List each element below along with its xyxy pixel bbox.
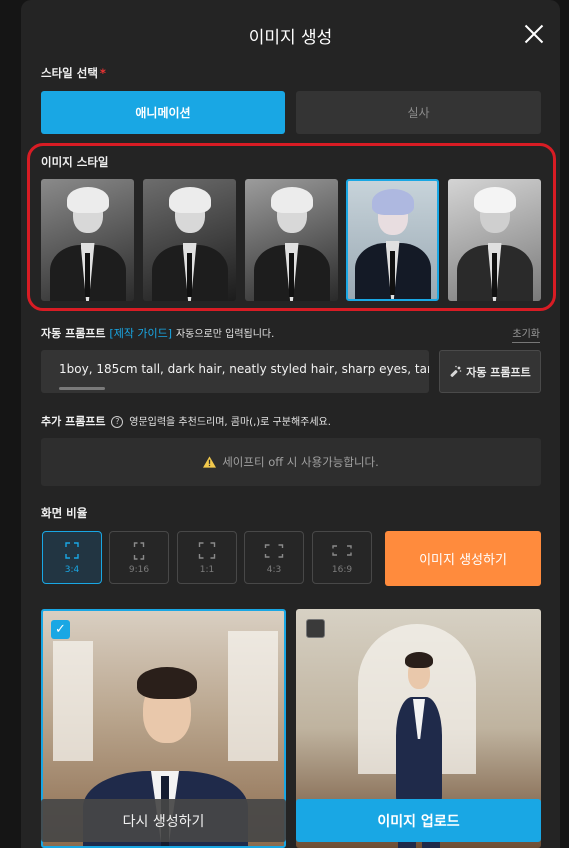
required-mark: * xyxy=(99,66,106,80)
ratio-label: 1:1 xyxy=(199,565,215,575)
ratio-option-3-4[interactable]: 3:4 xyxy=(42,531,102,584)
ratio-option-4-3[interactable]: 4:3 xyxy=(244,531,304,584)
ratio-9-16-icon xyxy=(133,542,145,560)
horizontal-scrollbar[interactable] xyxy=(59,387,105,390)
thumb-figure-hair xyxy=(270,187,313,213)
background-window xyxy=(228,631,278,761)
ratio-4-3-icon xyxy=(264,544,284,558)
upload-image-button[interactable]: 이미지 업로드 xyxy=(296,799,541,842)
dialog-title: 이미지 생성 xyxy=(248,28,333,48)
auto-prompt-field[interactable]: 1boy, 185cm tall, dark hair, neatly styl… xyxy=(41,350,429,393)
thumb-figure-hair xyxy=(371,189,414,215)
image-generation-dialog: 이미지 생성 스타일 선택 * 애니메이션 실사 이미지 스타일 자동 프롬프트 … xyxy=(21,0,560,848)
safety-off-message: 세이프티 off 시 사용가능합니다. xyxy=(222,455,379,469)
ratio-option-9-16[interactable]: 9:16 xyxy=(109,531,169,584)
magic-wand-icon xyxy=(450,365,462,377)
thumb-figure-tie xyxy=(492,253,497,297)
ratio-label: 9:16 xyxy=(128,565,150,575)
thumb-figure-hair xyxy=(168,187,211,213)
style-animation-button[interactable]: 애니메이션 xyxy=(41,91,285,134)
thumb-figure-tie xyxy=(187,253,192,297)
style-thumbnail-3[interactable] xyxy=(245,179,338,301)
ratio-option-16-9[interactable]: 16:9 xyxy=(312,531,372,584)
auto-prompt-button-label: 자동 프롬프트 xyxy=(466,365,531,379)
ratio-label: 3:4 xyxy=(64,565,80,575)
auto-prompt-value: 1boy, 185cm tall, dark hair, neatly styl… xyxy=(59,362,429,376)
generate-image-button[interactable]: 이미지 생성하기 xyxy=(385,531,541,586)
ratio-16-9-icon xyxy=(332,545,352,556)
extra-prompt-field: 세이프티 off 시 사용가능합니다. xyxy=(41,438,541,486)
style-select-label: 스타일 선택 * xyxy=(41,65,106,81)
image-style-label: 이미지 스타일 xyxy=(41,155,109,169)
regenerate-button[interactable]: 다시 생성하기 xyxy=(41,799,286,842)
style-select-label-text: 스타일 선택 xyxy=(41,66,98,80)
ratio-label: 16:9 xyxy=(331,565,353,575)
extra-prompt-label: 추가 프롬프트 xyxy=(41,415,106,428)
background-window xyxy=(53,641,93,761)
figure-hair xyxy=(405,652,433,668)
extra-prompt-label-row: 추가 프롬프트 ? 영문입력을 추천드리며, 콤마(,)로 구분해주세요. xyxy=(41,413,331,429)
close-icon[interactable] xyxy=(524,24,544,44)
aspect-ratio-label: 화면 비율 xyxy=(41,506,88,520)
style-realistic-button[interactable]: 실사 xyxy=(296,91,541,134)
result-2-checkbox[interactable] xyxy=(306,619,325,638)
ratio-1-1-icon xyxy=(198,542,216,559)
help-icon[interactable]: ? xyxy=(111,416,124,428)
ratio-3-4-icon xyxy=(65,542,79,559)
style-thumbnail-2[interactable] xyxy=(143,179,236,301)
thumb-figure-tie xyxy=(289,253,294,297)
reset-button[interactable]: 초기화 xyxy=(512,325,540,343)
auto-prompt-label: 자동 프롬프트 xyxy=(41,327,106,340)
production-guide-link[interactable]: [제작 가이드] xyxy=(109,327,172,340)
style-thumbnail-4[interactable] xyxy=(346,179,439,301)
figure-hair xyxy=(137,667,197,699)
auto-prompt-button[interactable]: 자동 프롬프트 xyxy=(439,350,541,393)
thumb-figure-hair xyxy=(473,187,516,213)
ratio-label: 4:3 xyxy=(266,565,282,575)
style-thumbnail-5[interactable] xyxy=(448,179,541,301)
auto-prompt-label-row: 자동 프롬프트 [제작 가이드] 자동으로만 입력됩니다. xyxy=(41,325,274,341)
ratio-option-1-1[interactable]: 1:1 xyxy=(177,531,237,584)
thumb-figure-tie xyxy=(85,253,90,297)
result-1-checkbox[interactable]: ✓ xyxy=(51,620,70,639)
thumb-figure-tie xyxy=(390,251,395,295)
thumb-figure-hair xyxy=(66,187,109,213)
style-thumbnail-1[interactable] xyxy=(41,179,134,301)
auto-prompt-hint: 자동으로만 입력됩니다. xyxy=(175,329,275,340)
extra-prompt-hint: 영문입력을 추천드리며, 콤마(,)로 구분해주세요. xyxy=(129,417,331,428)
warning-icon xyxy=(203,456,217,468)
